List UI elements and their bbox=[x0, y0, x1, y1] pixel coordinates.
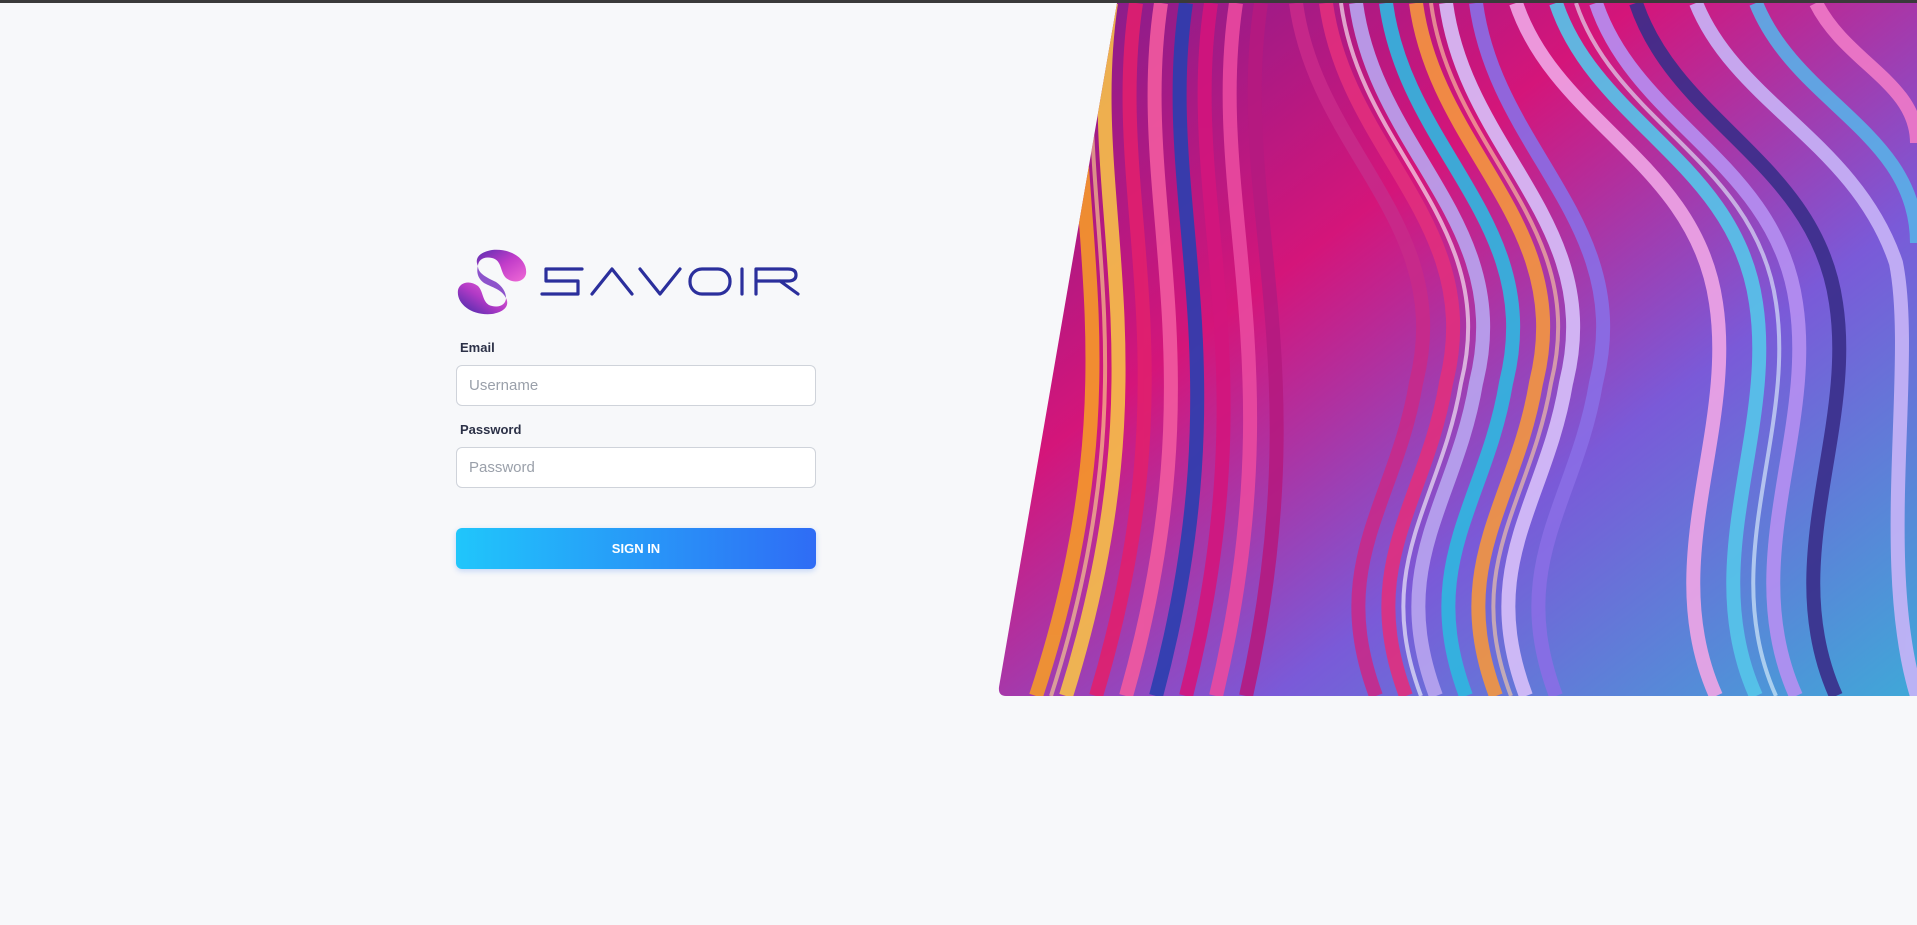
password-group: Password bbox=[456, 422, 816, 488]
email-field[interactable] bbox=[456, 365, 816, 406]
brand-logo bbox=[456, 244, 816, 320]
background-art-image bbox=[996, 3, 1917, 696]
email-label: Email bbox=[460, 340, 495, 355]
savoir-swirl-logo-icon bbox=[457, 249, 527, 315]
login-panel: Email Password SIGN IN bbox=[456, 244, 816, 569]
savoir-wordmark bbox=[540, 267, 800, 296]
password-field[interactable] bbox=[456, 447, 816, 488]
email-group: Email bbox=[456, 340, 816, 406]
sign-in-button[interactable]: SIGN IN bbox=[456, 528, 816, 569]
password-label: Password bbox=[460, 422, 522, 437]
